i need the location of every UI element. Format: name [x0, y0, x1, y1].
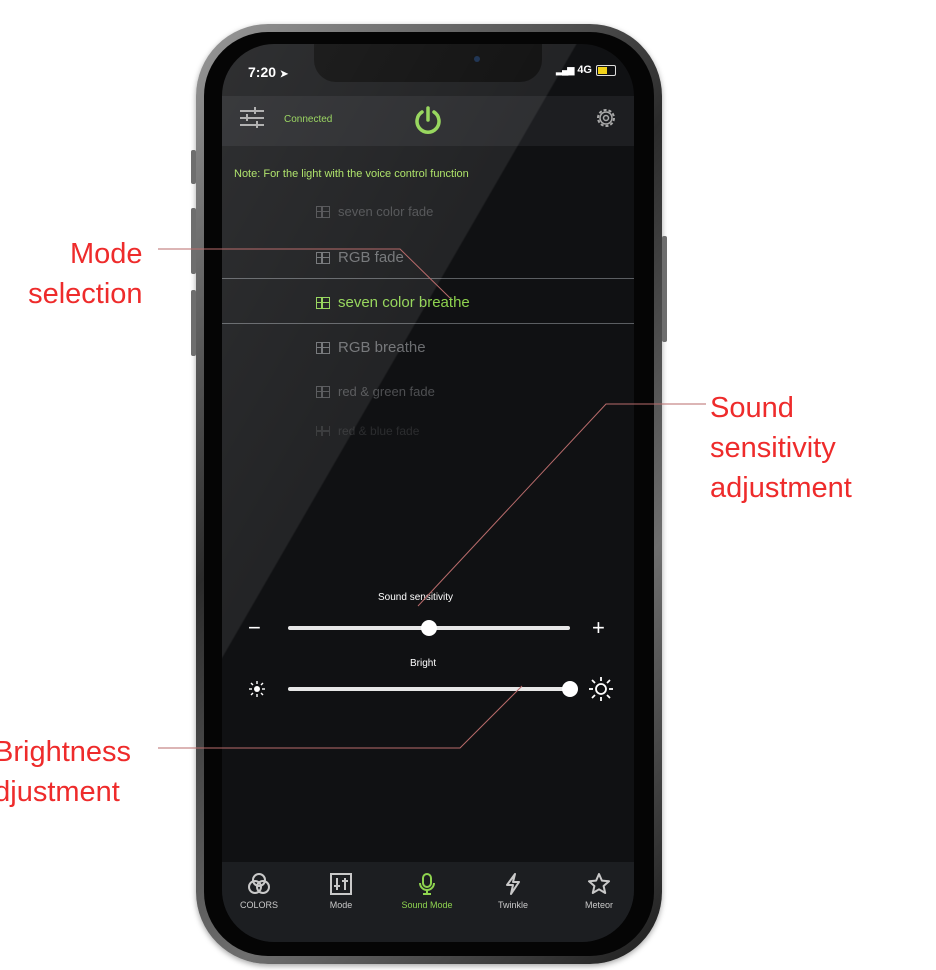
- voice-control-note: Note: For the light with the voice contr…: [234, 168, 469, 180]
- tab-label: COLORS: [239, 900, 278, 910]
- time-text: 7:20: [248, 64, 277, 80]
- tab-sound-mode[interactable]: Sound Mode: [392, 872, 462, 910]
- camera-dot: [474, 56, 480, 62]
- lightning-icon: [506, 873, 520, 895]
- mode-label: red & blue fade: [338, 426, 420, 436]
- connection-status: Connected: [284, 114, 333, 125]
- plus-icon[interactable]: +: [592, 617, 605, 639]
- sun-small-icon[interactable]: [248, 680, 266, 698]
- phone-screen: 7:20 ➤ ▂▄▆ 4G Connected Note: For the li…: [222, 44, 634, 942]
- mode-label: seven color fade: [338, 204, 434, 219]
- status-icons: ▂▄▆ 4G: [556, 64, 616, 76]
- tab-colors[interactable]: COLORS: [224, 872, 294, 910]
- annotation-line: adjustment: [0, 776, 120, 808]
- signal-icon: ▂▄▆: [556, 64, 574, 75]
- mode-item-selected[interactable]: seven color breathe: [316, 294, 470, 311]
- mode-icon: [316, 385, 330, 398]
- brightness-slider[interactable]: [288, 687, 570, 691]
- minus-icon[interactable]: −: [248, 617, 261, 639]
- annotation-mode-selection: Mode selection: [28, 234, 143, 314]
- tab-mode[interactable]: Mode: [306, 872, 376, 910]
- mode-sliders-icon: [330, 873, 352, 895]
- location-icon: ➤: [279, 69, 289, 80]
- annotation-line: adjustment: [710, 472, 852, 504]
- mode-label: RGB fade: [338, 249, 404, 266]
- network-label: 4G: [577, 64, 592, 76]
- mode-icon: [316, 341, 330, 354]
- mode-item[interactable]: seven color fade: [316, 204, 433, 219]
- side-button: [662, 236, 667, 342]
- star-icon: [588, 873, 610, 894]
- gear-icon[interactable]: [594, 106, 618, 130]
- annotation-brightness: Brightness adjustment: [0, 732, 131, 812]
- tab-label: Mode: [329, 900, 353, 910]
- silent-switch: [191, 150, 196, 184]
- sound-sensitivity-knob[interactable]: [421, 620, 437, 636]
- sun-large-icon[interactable]: [588, 676, 614, 702]
- tab-label: Meteor: [584, 900, 613, 910]
- tab-label: Sound Mode: [401, 900, 453, 910]
- volume-down-button: [191, 290, 196, 356]
- microphone-icon: [419, 873, 435, 895]
- selection-line-bottom: [222, 323, 634, 324]
- mode-icon: [316, 296, 330, 309]
- sound-sensitivity-label: Sound sensitivity: [378, 592, 454, 603]
- selection-line-top: [222, 278, 634, 279]
- mode-icon: [316, 205, 330, 218]
- tab-twinkle[interactable]: Twinkle: [478, 872, 548, 910]
- power-icon[interactable]: [412, 104, 444, 136]
- mode-item[interactable]: red & blue fade: [316, 426, 419, 436]
- annotation-line: Brightness: [0, 736, 132, 768]
- mode-item[interactable]: RGB fade: [316, 249, 404, 266]
- battery-icon: [596, 64, 616, 76]
- annotation-line: selection: [28, 278, 143, 310]
- sliders-menu-icon[interactable]: [240, 106, 264, 130]
- brightness-label: Bright: [410, 658, 437, 669]
- tab-bar: COLORS Mode Sound Mode Twinkle Meteor: [222, 862, 634, 942]
- app-header: Connected: [222, 96, 634, 146]
- mode-label: RGB breathe: [338, 339, 426, 356]
- mode-label: seven color breathe: [338, 294, 470, 311]
- mode-icon: [316, 251, 330, 264]
- notch: [314, 44, 542, 82]
- annotation-sound-sensitivity: Sound sensitivity adjustment: [710, 388, 852, 508]
- mode-icon: [316, 426, 330, 436]
- mode-label: red & green fade: [338, 384, 435, 399]
- volume-up-button: [191, 208, 196, 274]
- mode-item[interactable]: RGB breathe: [316, 339, 426, 356]
- mode-item[interactable]: red & green fade: [316, 384, 435, 399]
- annotation-line: Mode: [70, 238, 143, 270]
- tab-label: Twinkle: [497, 900, 528, 910]
- tab-meteor[interactable]: Meteor: [564, 872, 634, 910]
- color-circles-icon: [248, 873, 270, 894]
- annotation-line: Sound: [710, 392, 794, 424]
- status-time: 7:20 ➤: [248, 64, 288, 80]
- brightness-knob[interactable]: [562, 681, 578, 697]
- annotation-line: sensitivity: [710, 432, 836, 464]
